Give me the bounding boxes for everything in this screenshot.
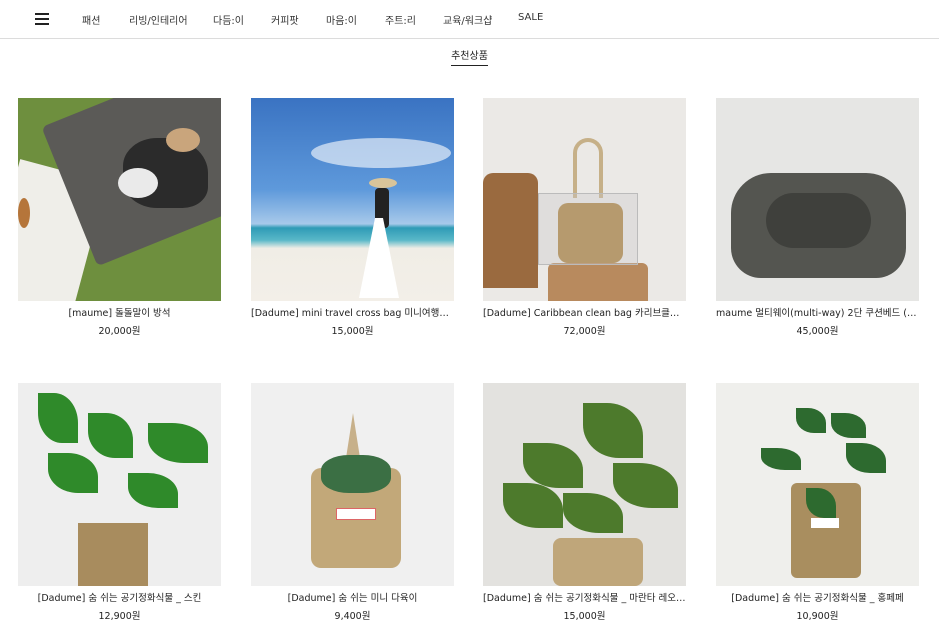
product-image[interactable] <box>18 98 221 301</box>
product-card[interactable]: [Dadume] 숨 쉬는 공기정화식물 _ 홍페페 10,900원 <box>716 383 919 624</box>
nav-item-education-workshop[interactable]: 교육/워크샵 <box>443 12 492 27</box>
product-name[interactable]: [maume] 돌돌말이 방석 <box>18 307 221 321</box>
product-image[interactable] <box>716 98 919 301</box>
product-card[interactable]: [Dadume] 숨 쉬는 미니 다육이 9,400원 <box>251 383 454 624</box>
product-image[interactable] <box>716 383 919 586</box>
product-card[interactable]: [Dadume] 숨 쉬는 공기정화식물 _ 스킨 12,900원 <box>18 383 221 624</box>
product-name[interactable]: [Dadume] mini travel cross bag 미니여행크로스백 <box>251 307 454 321</box>
nav-item-living-interior[interactable]: 리빙/인테리어 <box>129 12 188 27</box>
product-price: 9,400원 <box>334 611 371 622</box>
product-name[interactable]: [Dadume] 숨 쉬는 공기정화식물 _ 마란타 레오코노이 <box>483 592 686 606</box>
product-card[interactable]: [Dadume] 숨 쉬는 공기정화식물 _ 마란타 레오코노이 15,000원 <box>483 383 686 624</box>
product-name[interactable]: [Dadume] 숨 쉬는 공기정화식물 _ 스킨 <box>18 592 221 606</box>
section-header: 추천상품 <box>0 44 939 66</box>
top-navigation: 패션 리빙/인테리어 다듬:이 커피팟 마음:이 주트:리 교육/워크샵 SAL… <box>0 0 939 39</box>
nav-item-coffeepot[interactable]: 커피팟 <box>271 12 299 27</box>
product-card[interactable]: [Dadume] Caribbean clean bag 카리브클린백 72,0… <box>483 98 686 339</box>
product-name[interactable]: [Dadume] 숨 쉬는 공기정화식물 _ 홍페페 <box>716 592 919 606</box>
product-card[interactable]: [Dadume] mini travel cross bag 미니여행크로스백 … <box>251 98 454 339</box>
product-price: 15,000원 <box>331 326 374 337</box>
nav-item-juteri[interactable]: 주트:리 <box>385 12 416 27</box>
product-price: 45,000원 <box>796 326 839 337</box>
product-price: 20,000원 <box>98 326 141 337</box>
product-image[interactable] <box>483 383 686 586</box>
product-price: 12,900원 <box>98 611 141 622</box>
product-name[interactable]: [Dadume] 숨 쉬는 미니 다육이 <box>251 592 454 606</box>
hamburger-menu-icon[interactable] <box>35 13 49 25</box>
product-name[interactable]: [Dadume] Caribbean clean bag 카리브클린백 <box>483 307 686 321</box>
product-name[interactable]: maume 멀티웨이(multi-way) 2단 쿠션베드 (카키 그린) <box>716 307 919 321</box>
product-price: 15,000원 <box>563 611 606 622</box>
nav-item-dadeumi[interactable]: 다듬:이 <box>213 12 244 27</box>
nav-item-maumi[interactable]: 마음:이 <box>326 12 357 27</box>
product-card[interactable]: [maume] 돌돌말이 방석 20,000원 <box>18 98 221 339</box>
nav-item-fashion[interactable]: 패션 <box>82 12 100 27</box>
section-title-recommended[interactable]: 추천상품 <box>451 47 488 66</box>
product-card[interactable]: maume 멀티웨이(multi-way) 2단 쿠션베드 (카키 그린) 45… <box>716 98 919 339</box>
nav-item-sale[interactable]: SALE <box>518 12 543 23</box>
product-price: 72,000원 <box>563 326 606 337</box>
product-image[interactable] <box>251 383 454 586</box>
product-image[interactable] <box>483 98 686 301</box>
product-image[interactable] <box>251 98 454 301</box>
product-price: 10,900원 <box>796 611 839 622</box>
product-image[interactable] <box>18 383 221 586</box>
